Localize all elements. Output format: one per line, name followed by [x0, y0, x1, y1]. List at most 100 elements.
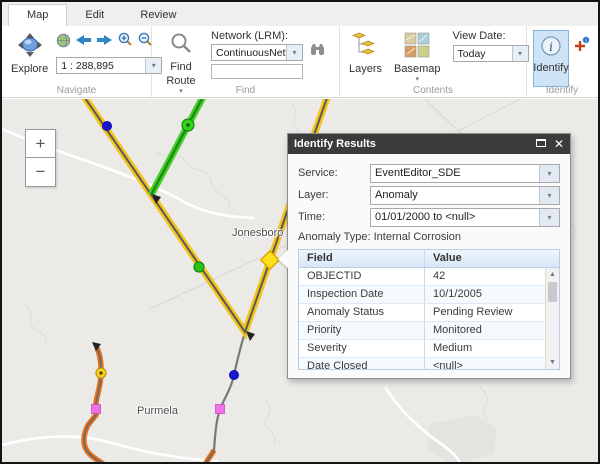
identify-button[interactable]: i Identify: [533, 30, 569, 87]
scrollbar-track: [546, 303, 559, 356]
tab-map[interactable]: Map: [8, 4, 67, 26]
cell-value: 10/1/2005: [425, 286, 545, 303]
view-date-dropdown-arrow[interactable]: ▾: [512, 46, 528, 61]
explore-button[interactable]: Explore: [8, 30, 51, 77]
table-row[interactable]: OBJECTID 42: [299, 268, 545, 286]
binoculars-icon[interactable]: [309, 43, 326, 61]
table-scrollbar[interactable]: ▲ ▼: [545, 268, 559, 369]
dialog-title: Identify Results: [294, 138, 528, 150]
identify-route-location-icon[interactable]: i: [573, 36, 590, 58]
cell-field: Priority: [299, 322, 425, 339]
basemap-tiles-icon: [404, 32, 430, 61]
zoom-in-icon[interactable]: [117, 32, 133, 53]
scrollbar-up-arrow[interactable]: ▲: [546, 268, 559, 281]
identified-anomaly-diamond[interactable]: [261, 251, 279, 269]
view-date-combobox[interactable]: Today ▾: [453, 45, 529, 62]
find-route-magnifier-icon: [169, 32, 193, 59]
gray-road[interactable]: [214, 332, 245, 450]
explore-label: Explore: [11, 63, 48, 75]
table-row[interactable]: Anomaly Status Pending Review: [299, 304, 545, 322]
network-lrm-label: Network (LRM):: [211, 30, 326, 42]
group-label-contents: Contents: [340, 85, 526, 96]
table-row[interactable]: Date Closed <null>: [299, 358, 545, 369]
layer-combobox[interactable]: Anomaly ▾: [370, 186, 560, 205]
cell-field: Date Closed: [299, 358, 425, 369]
map-scale-value: 1 : 288,895: [57, 58, 145, 73]
view-date-value: Today: [454, 46, 512, 61]
dialog-body: Service: EventEditor_SDE ▾ Layer: Anomal…: [288, 154, 570, 370]
dialog-close-button[interactable]: ✕: [554, 139, 564, 149]
group-contents: Layers Basemap ▾ View Date:: [340, 26, 527, 97]
table-row[interactable]: Inspection Date 10/1/2005: [299, 286, 545, 304]
column-header-spacer: [545, 250, 559, 267]
network-dropdown-arrow[interactable]: ▾: [286, 45, 302, 60]
map-scale-combobox[interactable]: 1 : 288,895 ▾: [56, 57, 162, 74]
table-rows: OBJECTID 42 Inspection Date 10/1/2005 An…: [299, 268, 545, 369]
view-date-label: View Date:: [453, 30, 529, 42]
next-extent-icon[interactable]: [96, 33, 113, 52]
dialog-callout-pointer: [278, 250, 288, 268]
info-circle-icon: i: [540, 35, 562, 60]
cell-field: Inspection Date: [299, 286, 425, 303]
route-direction-arrows: [92, 194, 255, 351]
table-row[interactable]: Priority Monitored: [299, 322, 545, 340]
marker-blue-point-2[interactable]: [230, 371, 239, 380]
selected-segment-green[interactable]: [151, 99, 204, 195]
dialog-maximize-button[interactable]: [536, 139, 546, 150]
layer-label: Layer:: [298, 189, 370, 201]
tab-review[interactable]: Review: [122, 5, 194, 26]
scrollbar-thumb[interactable]: [548, 282, 557, 302]
group-label-navigate: Navigate: [2, 85, 151, 96]
basemap-label: Basemap: [394, 63, 440, 75]
anomaly-type-text: Anomaly Type: Internal Corrosion: [298, 228, 560, 245]
marker-yellow-ring[interactable]: [96, 368, 106, 378]
marker-pink-square-2[interactable]: [216, 405, 225, 414]
cell-value: Medium: [425, 340, 545, 357]
app-window: Map Edit Review Explore: [0, 0, 600, 464]
find-route-label-1: Find: [170, 61, 191, 73]
marker-blue-point-1[interactable]: [103, 122, 112, 131]
route-input[interactable]: [211, 64, 303, 79]
basemap-dropdown-caret: ▾: [416, 77, 420, 83]
group-identify: i Identify i Identify: [527, 26, 597, 97]
basemap-button[interactable]: Basemap ▾: [391, 30, 443, 85]
group-label-find: Find: [152, 85, 339, 96]
table-header-row: Field Value: [299, 250, 559, 268]
layer-value: Anomaly: [371, 187, 539, 204]
svg-text:i: i: [549, 40, 553, 54]
identify-label: Identify: [533, 62, 568, 74]
identify-results-dialog: Identify Results ✕ Service: EventEditor_…: [287, 133, 571, 379]
attributes-table: Field Value OBJECTID 42 Inspection Date: [298, 249, 560, 370]
column-header-value: Value: [425, 250, 545, 267]
time-dropdown-arrow[interactable]: ▾: [539, 209, 559, 226]
place-label-jonesboro: Jonesboro: [232, 227, 283, 239]
marker-green-point[interactable]: [194, 262, 204, 272]
map-zoom-in-button[interactable]: +: [25, 129, 56, 158]
cell-field: Anomaly Status: [299, 304, 425, 321]
zoom-out-icon[interactable]: [137, 32, 153, 53]
tab-edit[interactable]: Edit: [67, 5, 122, 26]
layer-dropdown-arrow[interactable]: ▾: [539, 187, 559, 204]
table-row[interactable]: Severity Medium: [299, 340, 545, 358]
map-viewport[interactable]: + − Jonesboro Purmela Identify Results ✕…: [2, 99, 598, 462]
cell-value: Monitored: [425, 322, 545, 339]
ribbon-tabbar: Map Edit Review: [2, 2, 598, 26]
place-label-purmela: Purmela: [137, 405, 178, 417]
service-combobox[interactable]: EventEditor_SDE ▾: [370, 164, 560, 183]
network-lrm-combobox[interactable]: ContinuousNetwork ▾: [211, 44, 303, 61]
cell-field: Severity: [299, 340, 425, 357]
layers-button[interactable]: Layers: [346, 30, 385, 77]
time-combobox[interactable]: 01/01/2000 to <null> ▾: [370, 208, 560, 227]
compass-explore-icon: [17, 32, 43, 61]
layers-label: Layers: [349, 63, 382, 75]
network-lrm-value: ContinuousNetwork: [212, 45, 286, 60]
previous-extent-icon[interactable]: [75, 33, 92, 52]
service-dropdown-arrow[interactable]: ▾: [539, 165, 559, 182]
map-zoom-out-button[interactable]: −: [25, 158, 56, 187]
map-zoom-control: + −: [25, 129, 56, 187]
marker-green-circle[interactable]: [182, 119, 194, 131]
full-extent-globe-icon[interactable]: [56, 33, 71, 53]
marker-pink-square-1[interactable]: [92, 405, 101, 414]
scrollbar-down-arrow[interactable]: ▼: [546, 356, 559, 369]
dialog-titlebar[interactable]: Identify Results ✕: [288, 134, 570, 154]
